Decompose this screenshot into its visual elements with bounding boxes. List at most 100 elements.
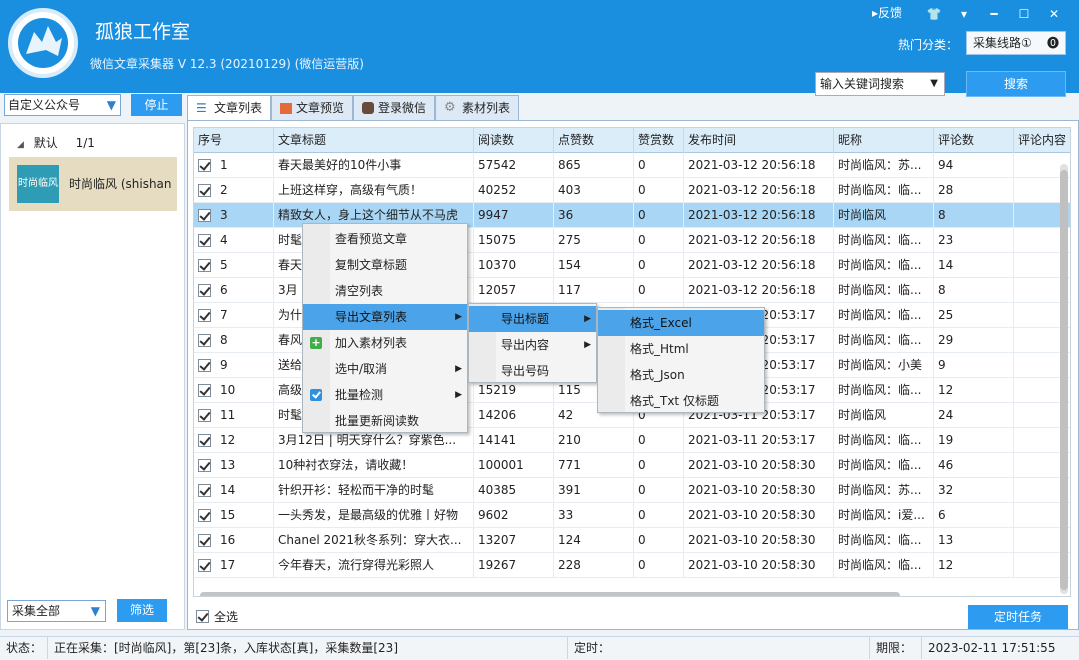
row-checkbox[interactable] [198,159,211,172]
row-checkbox[interactable] [198,409,211,422]
table-cell: 117 [554,278,634,303]
table-cell: 时尚临风：临... [834,178,934,203]
close-icon[interactable]: ✕ [1039,4,1069,24]
keyword-search-select[interactable]: 输入关键词搜索 ▼ [815,72,945,96]
add-icon: + [310,336,322,349]
row-checkbox[interactable] [198,534,211,547]
table-cell: 0 [634,253,684,278]
select-all-checkbox[interactable]: 全选 [196,608,238,625]
submenu-arrow-icon: ▶ [455,390,462,400]
table-cell: 19267 [474,553,554,578]
expand-triangle-icon[interactable]: ◢ [17,140,24,150]
row-checkbox[interactable] [198,209,211,222]
search-button[interactable]: 搜索 [966,71,1066,97]
table-cell: 771 [554,453,634,478]
row-checkbox[interactable] [198,259,211,272]
hot-category-select[interactable]: 采集线路① ⓿ [966,31,1066,55]
table-row[interactable]: 15 一头秀发，是最高级的优雅丨好物 9602 33 0 2021-03-10 20:58… [194,503,1070,528]
table-row[interactable]: 17 今年春天，流行穿得光彩照人 19267 228 0 2021-03-10 20:58… [194,553,1070,578]
feedback-link[interactable]: ▸反馈 [872,4,902,21]
table-row[interactable]: 14 针织开衫：轻松而干净的时髦 40385 391 0 2021-03-10 20:58… [194,478,1070,503]
format-item[interactable]: 格式_Txt 仅标题 [598,388,764,414]
submenu-arrow-icon: ▶ [584,314,591,324]
tab-material-list[interactable]: ⚙ 素材列表 [435,95,520,120]
table-cell: 865 [554,153,634,178]
table-row[interactable]: 1 春天最美好的10件小事 57542 865 0 2021-03-12 20:56:18… [194,153,1070,178]
column-header[interactable]: 点赞数 [554,128,634,153]
column-header[interactable]: 文章标题 [274,128,474,153]
stop-button[interactable]: 停止 [131,94,182,116]
collect-mode-select[interactable]: 采集全部 ▼ [7,600,106,622]
table-row[interactable]: 16 Chanel 2021秋冬系列：穿大衣... 13207 124 0 2021-03… [194,528,1070,553]
table-cell: 5 [216,253,274,278]
chevron-down-icon: ⓿ [1046,36,1059,50]
table-cell: 一头秀发，是最高级的优雅丨好物 [274,503,474,528]
column-header[interactable]: 评论内容 [1014,128,1070,153]
table-row[interactable]: 2 上班这样穿，高级有气质！ 40252 403 0 2021-03-12 20:56:1… [194,178,1070,203]
menu-item[interactable]: 复制文章标题 [303,252,467,278]
row-checkbox[interactable] [198,459,211,472]
table-row[interactable]: 13 10种衬衣穿法，请收藏！ 100001 771 0 2021-03-10 20:58… [194,453,1070,478]
row-checkbox[interactable] [198,484,211,497]
table-cell: 时尚临风：苏... [834,478,934,503]
skin-icon[interactable]: 👕 [919,4,949,24]
menu-item[interactable]: 清空列表 [303,278,467,304]
maximize-icon[interactable]: ☐ [1009,4,1039,24]
row-checkbox[interactable] [198,509,211,522]
column-header[interactable]: 序号 [194,128,274,153]
column-header[interactable]: 昵称 [834,128,934,153]
menu-item[interactable]: + 加入素材列表 [303,330,467,356]
column-header[interactable]: 发布时间 [684,128,834,153]
column-header[interactable]: 评论数 [934,128,1014,153]
format-item[interactable]: 格式_Json [598,362,764,388]
title-bar: 孤狼工作室 微信文章采集器 V 12.3 (20210129) (微信运营版) … [0,0,1079,97]
menu-item[interactable]: 批量检测 ▶ [303,382,467,408]
table-cell: 25 [934,303,1014,328]
hot-category-label: 热门分类： [898,38,959,52]
menu-item[interactable]: 导出文章列表 ▶ [303,304,467,330]
menu-item[interactable]: 查看预览文章 [303,226,467,252]
menu-item[interactable]: 选中/取消 ▶ [303,356,467,382]
table-cell: 3 [216,203,274,228]
row-checkbox[interactable] [198,309,211,322]
user-icon [362,102,375,114]
vertical-scrollbar[interactable] [1060,164,1068,594]
row-checkbox[interactable] [198,359,211,372]
row-checkbox[interactable] [198,234,211,247]
tab-article-preview[interactable]: 文章预览 [271,95,354,120]
column-header[interactable]: 阅读数 [474,128,554,153]
table-cell: 时尚临风：临... [834,428,934,453]
tab-article-list[interactable]: ☰ 文章列表 [187,95,272,120]
format-item[interactable]: 格式_Excel [598,310,764,336]
gear-icon: ⚙ [444,100,456,115]
row-checkbox[interactable] [198,559,211,572]
submenu-item[interactable]: 导出内容 ▶ [469,332,596,358]
account-type-value: 自定义公众号 [8,98,81,112]
submenu-item[interactable]: 导出标题 ▶ [469,306,596,332]
row-checkbox[interactable] [198,384,211,397]
filter-button[interactable]: 筛选 [117,599,167,622]
scheduled-task-button[interactable]: 定时任务 [968,605,1068,629]
submenu-item[interactable]: 导出号码 [469,358,596,384]
group-default[interactable]: ◢ 默认 1/1 [17,134,95,151]
minimize-icon[interactable]: ━ [979,4,1009,24]
row-checkbox[interactable] [198,284,211,297]
format-item[interactable]: 格式_Html [598,336,764,362]
row-checkbox[interactable] [198,434,211,447]
row-checkbox[interactable] [198,334,211,347]
checkbox-icon[interactable] [196,610,209,623]
account-type-select[interactable]: 自定义公众号 ▼ [4,94,121,116]
menu-icon[interactable]: ▾ [949,4,979,24]
group-count: 1/1 [75,136,95,150]
menu-item[interactable]: 批量更新阅读数 [303,408,467,434]
tab-login-wechat[interactable]: 登录微信 [353,95,436,120]
scroll-thumb[interactable] [1060,170,1068,590]
table-cell: 2021-03-10 20:58:30 [684,478,834,503]
column-header[interactable]: 赞赏数 [634,128,684,153]
table-cell: 12 [216,428,274,453]
horizontal-scrollbar[interactable] [200,592,900,596]
group-name: 默认 [33,136,58,150]
status-label: 状态： [0,637,48,659]
row-checkbox[interactable] [198,184,211,197]
account-item[interactable]: 时尚临风 时尚临风 (shishan [9,157,177,211]
